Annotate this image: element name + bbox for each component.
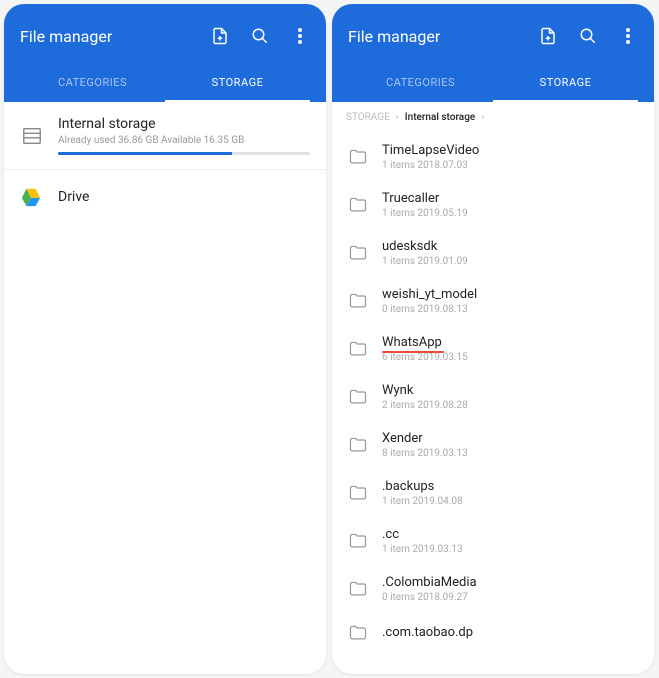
drive-row[interactable]: Drive: [4, 170, 326, 226]
tab-bar: CATEGORIES STORAGE: [348, 64, 638, 102]
folder-name: Wynk: [382, 383, 638, 398]
highlight-underline: [382, 351, 444, 353]
folder-icon: [348, 483, 368, 503]
folder-meta: 1 item 2019.04.08: [382, 496, 638, 507]
folder-info: WhatsApp 6 items 2019.03.15: [382, 335, 638, 363]
header-actions: [538, 26, 638, 46]
folder-icon: [348, 387, 368, 407]
folder-icon: [348, 435, 368, 455]
folder-meta: 6 items 2019.03.15: [382, 352, 638, 363]
folder-meta: 1 items 2019.05.19: [382, 208, 638, 219]
header-actions: [210, 26, 310, 46]
storage-name: Internal storage: [58, 116, 310, 132]
screen-folder-list: File manager CATEGORIES STORAGE STORAGE …: [332, 4, 654, 674]
folder-info: Wynk 2 items 2019.08.28: [382, 383, 638, 411]
folder-name: Xender: [382, 431, 638, 446]
header-top: File manager: [20, 26, 310, 64]
folder-name: .ColombiaMedia: [382, 575, 638, 590]
chevron-right-icon: ›: [481, 112, 484, 123]
folder-meta: 2 items 2019.08.28: [382, 400, 638, 411]
folder-meta: 0 items 2018.09.27: [382, 592, 638, 603]
folder-info: .com.taobao.dp: [382, 625, 638, 642]
folder-info: .ColombiaMedia 0 items 2018.09.27: [382, 575, 638, 603]
storage-meta: Already used 36.86 GB Available 16.35 GB: [58, 135, 310, 146]
folder-row[interactable]: udesksdk 1 items 2019.01.09: [332, 229, 654, 277]
new-file-icon[interactable]: [210, 26, 230, 46]
more-icon[interactable]: [618, 26, 638, 46]
folder-info: Truecaller 1 items 2019.05.19: [382, 191, 638, 219]
drive-name: Drive: [58, 189, 89, 205]
folder-name: WhatsApp: [382, 335, 638, 350]
folder-name: weishi_yt_model: [382, 287, 638, 302]
tab-categories[interactable]: CATEGORIES: [20, 64, 165, 102]
folder-list: TimeLapseVideo 1 items 2018.07.03 Truecall…: [332, 133, 654, 653]
more-icon[interactable]: [290, 26, 310, 46]
search-icon[interactable]: [578, 26, 598, 46]
app-header: File manager CATEGORIES STORAGE: [332, 4, 654, 102]
tab-categories[interactable]: CATEGORIES: [348, 64, 493, 102]
folder-name: Truecaller: [382, 191, 638, 206]
folder-info: .backups 1 item 2019.04.08: [382, 479, 638, 507]
folder-row[interactable]: .ColombiaMedia 0 items 2018.09.27: [332, 565, 654, 613]
folder-meta: 8 items 2019.03.13: [382, 448, 638, 459]
chevron-right-icon: ›: [396, 112, 399, 123]
screen-storage-overview: File manager CATEGORIES STORAGE: [4, 4, 326, 674]
tab-storage[interactable]: STORAGE: [165, 64, 310, 102]
drive-icon: [20, 186, 44, 210]
folder-name: .backups: [382, 479, 638, 494]
tab-bar: CATEGORIES STORAGE: [20, 64, 310, 102]
storage-progress-fill: [58, 152, 232, 155]
header-top: File manager: [348, 26, 638, 64]
folder-row[interactable]: TimeLapseVideo 1 items 2018.07.03: [332, 133, 654, 181]
folder-row[interactable]: Wynk 2 items 2019.08.28: [332, 373, 654, 421]
breadcrumb: STORAGE › Internal storage ›: [332, 102, 654, 133]
folder-name: TimeLapseVideo: [382, 143, 638, 158]
app-header: File manager CATEGORIES STORAGE: [4, 4, 326, 102]
folder-info: udesksdk 1 items 2019.01.09: [382, 239, 638, 267]
folder-meta: 1 items 2019.01.09: [382, 256, 638, 267]
folder-meta: 0 items 2019.08.13: [382, 304, 638, 315]
folder-row[interactable]: .com.taobao.dp: [332, 613, 654, 653]
folder-icon: [348, 243, 368, 263]
folder-icon: [348, 623, 368, 643]
breadcrumb-current[interactable]: Internal storage: [405, 112, 475, 123]
folder-row[interactable]: .backups 1 item 2019.04.08: [332, 469, 654, 517]
folder-icon: [348, 195, 368, 215]
folder-icon: [348, 531, 368, 551]
folder-name: .cc: [382, 527, 638, 542]
folder-name: .com.taobao.dp: [382, 625, 638, 640]
content-area: STORAGE › Internal storage › TimeLapseVi…: [332, 102, 654, 674]
breadcrumb-root[interactable]: STORAGE: [346, 112, 390, 123]
internal-storage-row[interactable]: Internal storage Already used 36.86 GB A…: [4, 102, 326, 170]
storage-icon: [20, 124, 44, 148]
folder-icon: [348, 291, 368, 311]
folder-row[interactable]: Truecaller 1 items 2019.05.19: [332, 181, 654, 229]
search-icon[interactable]: [250, 26, 270, 46]
content-area: Internal storage Already used 36.86 GB A…: [4, 102, 326, 674]
folder-name: udesksdk: [382, 239, 638, 254]
app-title: File manager: [20, 27, 112, 46]
folder-info: weishi_yt_model 0 items 2019.08.13: [382, 287, 638, 315]
folder-row[interactable]: weishi_yt_model 0 items 2019.08.13: [332, 277, 654, 325]
folder-icon: [348, 147, 368, 167]
folder-row[interactable]: .cc 1 item 2019.03.13: [332, 517, 654, 565]
folder-info: TimeLapseVideo 1 items 2018.07.03: [382, 143, 638, 171]
folder-info: Xender 8 items 2019.03.13: [382, 431, 638, 459]
folder-meta: 1 items 2018.07.03: [382, 160, 638, 171]
storage-progress: [58, 152, 310, 155]
tab-storage[interactable]: STORAGE: [493, 64, 638, 102]
folder-row[interactable]: WhatsApp 6 items 2019.03.15: [332, 325, 654, 373]
folder-icon: [348, 579, 368, 599]
folder-row[interactable]: Xender 8 items 2019.03.13: [332, 421, 654, 469]
folder-info: .cc 1 item 2019.03.13: [382, 527, 638, 555]
app-title: File manager: [348, 27, 440, 46]
new-file-icon[interactable]: [538, 26, 558, 46]
storage-info: Internal storage Already used 36.86 GB A…: [58, 116, 310, 155]
folder-icon: [348, 339, 368, 359]
folder-meta: 1 item 2019.03.13: [382, 544, 638, 555]
